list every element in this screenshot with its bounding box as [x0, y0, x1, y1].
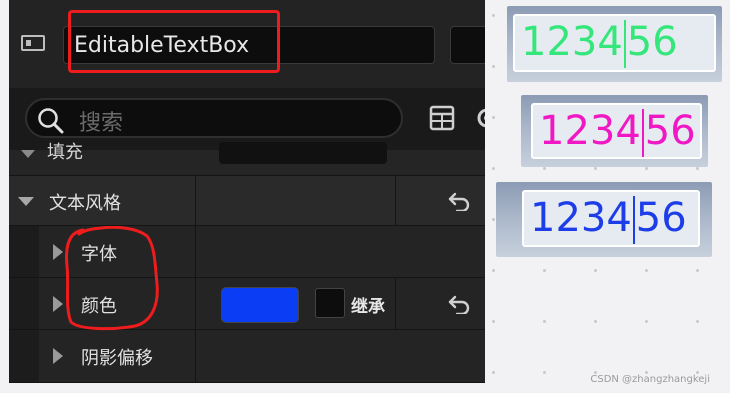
grid-dot — [543, 371, 546, 374]
preview-text: 1234 56 — [513, 14, 716, 72]
collapse-arrow-icon[interactable] — [21, 150, 35, 158]
property-label: 阴影偏移 — [81, 348, 153, 369]
padding-field[interactable] — [219, 142, 387, 164]
details-header — [9, 0, 485, 88]
text-cursor — [641, 109, 644, 157]
color-swatch[interactable] — [221, 287, 299, 323]
preview-text: 1234 56 — [531, 103, 702, 159]
property-row-padding: 填充 — [9, 142, 485, 176]
grid-dot — [492, 371, 495, 374]
preview-text: 1234 56 — [522, 190, 700, 247]
search-icon — [38, 108, 64, 134]
table-view-icon[interactable] — [429, 105, 455, 131]
grid-dot — [543, 269, 546, 272]
property-label: 填充 — [47, 142, 83, 163]
text-cursor — [632, 196, 635, 244]
settings-gear-icon[interactable] — [473, 104, 485, 132]
grid-dot — [645, 269, 648, 272]
preview-textbox-magenta[interactable]: 1234 56 — [521, 95, 708, 167]
category-label: 文本风格 — [49, 193, 121, 214]
preview-textbox-blue[interactable]: 1234 56 — [496, 182, 712, 257]
reset-to-default-icon[interactable] — [447, 191, 471, 211]
search-input[interactable]: 搜索 — [25, 98, 403, 138]
is-variable-checkbox[interactable] — [450, 26, 485, 64]
preview-textbox-green[interactable]: 1234 56 — [507, 6, 722, 82]
grid-dot — [492, 218, 495, 221]
grid-dot — [543, 167, 546, 170]
category-text-style[interactable]: 文本风格 — [9, 176, 485, 226]
property-row-shadow-offset[interactable]: 阴影偏移 — [9, 330, 485, 383]
property-row-font[interactable]: 字体 — [9, 226, 485, 278]
text-cursor — [623, 20, 626, 68]
grid-dot — [492, 167, 495, 170]
expand-arrow-icon[interactable] — [53, 348, 63, 364]
grid-dot — [492, 65, 495, 68]
grid-dot — [645, 167, 648, 170]
property-label: 颜色 — [81, 296, 117, 317]
inherit-checkbox[interactable] — [315, 288, 345, 318]
reset-to-default-icon[interactable] — [447, 294, 471, 314]
widget-name-input[interactable] — [63, 26, 435, 64]
search-placeholder: 搜索 — [79, 111, 124, 136]
grid-dot — [492, 320, 495, 323]
grid-dot — [645, 320, 648, 323]
property-label: 字体 — [81, 244, 117, 265]
expand-arrow-icon[interactable] — [53, 296, 63, 312]
grid-dot — [696, 167, 699, 170]
grid-dot — [594, 320, 597, 323]
grid-dot — [543, 320, 546, 323]
grid-dot — [492, 116, 495, 119]
grid-dot — [696, 269, 699, 272]
inherit-label: 继承 — [351, 297, 385, 317]
widget-icon — [21, 35, 45, 51]
grid-dot — [594, 167, 597, 170]
grid-dot — [696, 320, 699, 323]
expand-arrow-icon[interactable] — [53, 244, 63, 260]
grid-dot — [594, 269, 597, 272]
property-row-color[interactable]: 颜色 继承 — [9, 278, 485, 330]
watermark: CSDN @zhangzhangkeji — [590, 374, 710, 385]
details-panel: 搜索 填充 文本风格 字体 — [9, 0, 485, 383]
expand-arrow-icon[interactable] — [18, 197, 34, 206]
grid-dot — [492, 14, 495, 17]
grid-dot — [492, 269, 495, 272]
